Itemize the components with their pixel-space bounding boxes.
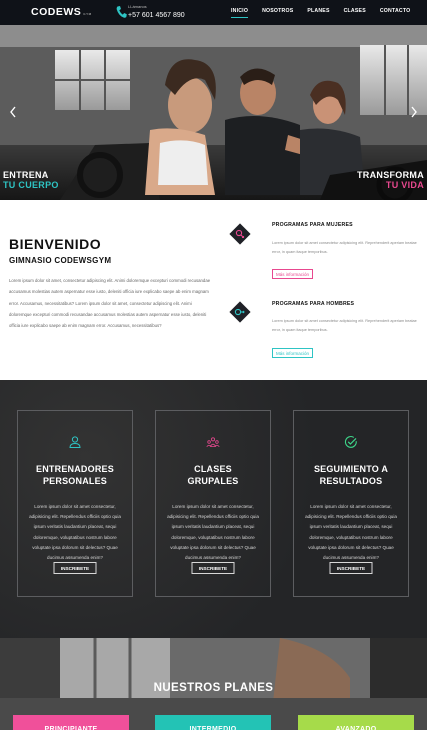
site-header: CODEWS GYM LLámanos +57 601 4567 890 INIC… [0, 0, 427, 25]
program-women-title: PROGRAMAS PARA MUJERES [272, 222, 353, 228]
chevron-left-icon [10, 106, 16, 118]
welcome-section: BIENVENIDO GIMNASIO CODEWSGYM Lorem ipsu… [0, 200, 427, 380]
logo-text: CODEWS [31, 6, 82, 18]
welcome-paragraph: Lorem ipsum dolor sit amet, consectetur … [9, 278, 211, 329]
chevron-right-icon [411, 106, 417, 118]
service-title-line2: RESULTADOS [319, 476, 383, 486]
hero-left-subtitle: TU CUERPO [3, 180, 59, 190]
plan-card-advanced[interactable]: AVANZADO [298, 715, 414, 730]
main-nav: INICIO NOSOTROS PLANES CLASES CONTACTO [231, 8, 424, 18]
service-title-line2: GRUPALES [187, 476, 239, 486]
service-text: Lorem ipsum dolor sit amet consectetur, … [305, 504, 397, 561]
logo[interactable]: CODEWS GYM [31, 6, 92, 18]
program-women-text: Lorem ipsum dolor sit amet consectetur a… [272, 241, 417, 254]
nav-clases[interactable]: CLASES [344, 8, 366, 14]
service-title-line2: PERSONALES [42, 476, 107, 486]
nav-nosotros[interactable]: NOSOTROS [262, 8, 293, 14]
user-icon [69, 436, 81, 448]
service-personal-trainers-signup-button[interactable]: INSCRIBETE [53, 562, 97, 574]
nav-planes[interactable]: PLANES [307, 8, 329, 14]
service-text: Lorem ipsum dolor sit amet consectetur, … [167, 504, 259, 561]
phone-label: LLámanos [128, 4, 147, 9]
service-title: SEGUIMIENTO A RESULTADOS [294, 463, 408, 487]
program-men-more-button[interactable]: Más información [272, 348, 314, 358]
plan-card-intermediate[interactable]: INTERMEDIO [155, 715, 271, 730]
plans-section: NUESTROS PLANES PRINCIPIANTE INTERMEDIO … [0, 638, 427, 730]
group-icon [206, 437, 220, 448]
hero-right-subtitle: TU VIDA [385, 180, 424, 190]
service-text: Lorem ipsum dolor sit amet consectetur, … [29, 504, 121, 561]
welcome-subtitle: GIMNASIO CODEWSGYM [9, 256, 112, 265]
male-symbol-icon [229, 301, 251, 323]
carousel-prev-button[interactable] [8, 105, 20, 119]
phone-number[interactable]: +57 601 4567 890 [128, 12, 185, 19]
plan-card-beginner[interactable]: PRINCIPIANTE [13, 715, 129, 730]
nav-contacto[interactable]: CONTACTO [380, 8, 411, 14]
service-title-line1: SEGUIMIENTO A [313, 464, 389, 474]
female-symbol-icon [229, 223, 251, 245]
nav-inicio[interactable]: INICIO [231, 8, 249, 18]
program-women-more-button[interactable]: Más información [272, 269, 314, 279]
service-results-tracking-signup-button[interactable]: INSCRIBETE [329, 562, 373, 574]
program-men-text: Lorem ipsum dolor sit amet consectetur a… [272, 319, 417, 332]
service-title-line1: ENTRENADORES [36, 464, 114, 474]
hero-left-title: ENTRENA [3, 170, 49, 180]
hero-right-title: TRANSFORMA [357, 170, 424, 180]
carousel-next-button[interactable] [409, 105, 421, 119]
service-title: ENTRENADORES PERSONALES [18, 463, 132, 487]
service-title-line1: CLASES [194, 464, 232, 474]
program-men-title: PROGRAMAS PARA HOMBRES [272, 301, 355, 307]
service-group-classes-signup-button[interactable]: INSCRIBETE [191, 562, 235, 574]
logo-small-text: GYM [83, 12, 92, 16]
service-title: CLASES GRUPALES [156, 463, 270, 487]
phone-icon [116, 6, 127, 18]
services-section: ENTRENADORES PERSONALES Lorem ipsum dolo… [0, 380, 427, 638]
hero-carousel: ENTRENA TU CUERPO TRANSFORMA TU VIDA [0, 25, 427, 200]
welcome-title: BIENVENIDO [9, 236, 102, 252]
check-circle-icon [344, 436, 357, 448]
plans-title: NUESTROS PLANES [153, 682, 274, 694]
